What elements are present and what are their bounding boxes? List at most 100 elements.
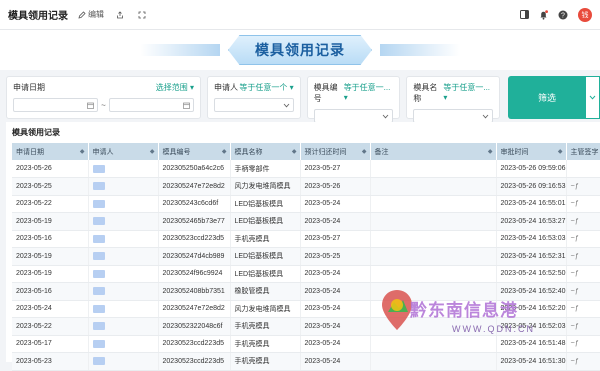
table-cell [88,352,159,371]
table-cell: 20230523​22048c6f [158,317,231,336]
table-cell: ~ƒ [566,195,600,213]
user-avatar[interactable]: 钱 [578,7,592,22]
edit-button[interactable]: 编辑 [78,9,104,20]
table-row[interactable]: 2023-05-25 2023052​47e72e8d2 风力发电堆简模具 2023-… [12,177,600,196]
table-cell: 202305243c6cd6f [158,195,231,213]
sort-icon[interactable]: ◆ [150,148,155,155]
table-row[interactable]: 2023-05-22 202305243c6cd6f LED铝基板模具 2023-05… [12,195,600,213]
column-header[interactable]: 申请日期 ◆ [12,143,89,160]
table-cell: 手柄零部件 [230,160,301,178]
table-cell: 手机壳模具 [230,317,301,336]
chevron-down-icon [383,114,389,118]
filter-mold-name-label: 模具名称 [413,83,438,103]
filter-applicant-label: 申请人 [214,83,238,92]
mold-no-select[interactable] [313,109,394,123]
redacted-applicant [92,182,105,191]
filter-bar: 申请日期 选择范围 ▾ ~ 申请人 等于任意一个 ▾ 模具编号 等于任意一...… [6,76,600,123]
sidebar-toggle-icon[interactable] [520,10,529,19]
top-toolbar: 模具领用记录 编辑 ? 钱 [0,0,600,30]
table-cell: 2023-05-23 [12,352,89,371]
bell-icon[interactable] [539,9,548,20]
table-cell [370,335,497,353]
table-cell [370,352,497,371]
table-cell: LED铝基板模具 [230,195,301,213]
table-cell: 2023052​47d4cb989 [158,247,231,266]
sort-icon[interactable]: ◆ [292,148,297,155]
table-row[interactable]: 2023-05-16 202305​2408bb7351 橡胶管模具 2023-05-… [12,282,600,301]
table-row[interactable]: 2023-05-23 202305​23ccd223d5 手机壳模具 2023-05-… [12,352,600,371]
date-range-selector[interactable]: 选择范围 ▾ [156,82,194,93]
sort-icon[interactable]: ◆ [362,148,367,155]
table-cell [370,265,497,283]
table-body: 2023-05-26 202305250a64c2c6 手柄零部件 2023-05-2… [12,160,600,371]
table-cell: 2023-05-17 [12,335,89,353]
column-header[interactable]: 主管签字 [566,143,600,160]
table-row[interactable]: 2023-05-17 202305​23ccd223d5 手机壳模具 2023-05-… [12,335,600,353]
redacted-applicant [92,269,105,278]
table-cell [370,317,497,336]
table-cell [370,195,497,213]
pencil-icon [78,10,86,19]
mold-no-operator-select[interactable]: 等于任意一... ▾ [344,82,394,104]
table-row[interactable]: 2023-05-22 20230523​22048c6f 手机壳模具 2023-05-… [12,317,600,336]
table-row[interactable]: 2023-05-26 202305250a64c2c6 手柄零部件 2023-05-2… [12,160,600,178]
end-date-input[interactable] [108,98,194,112]
redacted-applicant [92,164,105,173]
signature-image: ~ƒ [570,200,579,208]
redacted-applicant [92,199,105,208]
help-icon[interactable]: ? [558,10,568,20]
sort-icon[interactable]: ◆ [488,148,493,155]
table-title: 模具领用记录 [12,128,60,137]
mold-name-select[interactable] [413,109,494,123]
column-header-label: 主管签字 [570,148,599,156]
filter-button[interactable]: 筛选 [508,76,587,119]
table-cell: 2023-05-24 16:55:01 [496,195,567,213]
table-cell: 2023-05-19 [12,247,89,266]
sort-icon[interactable]: ◆ [80,148,85,155]
table-cell [88,212,159,231]
table-cell [370,160,497,178]
table-cell: 2023-05-24 16:51:30 [496,352,567,371]
table-cell [88,160,159,178]
table-cell: 手机壳模具 [230,352,301,371]
chevron-down-icon [482,114,489,118]
banner-decoration [140,44,220,56]
sort-icon[interactable]: ◆ [558,148,563,155]
records-table: 申请日期 ◆ 申请人 ◆ 模具编号 ◆ 模具名称 ◆ 预计归还时间 ◆ 备注 ◆ 审批时间 ◆ 主管签字 2… [12,143,600,371]
column-header[interactable]: 模具名称 ◆ [230,143,301,160]
column-header[interactable]: 申请人 ◆ [88,143,159,160]
column-header[interactable]: 备注 ◆ [370,143,497,160]
table-row[interactable]: 2023-05-24 2023052​47e72e8d2 风力发电堆简模具 2023-… [12,300,600,318]
column-header-label: 审批时间 [500,148,529,156]
share-button[interactable] [116,10,126,19]
fullscreen-button[interactable] [138,11,148,19]
filter-date: 申请日期 选择范围 ▾ ~ [6,76,201,119]
applicant-select[interactable] [214,98,294,112]
column-header[interactable]: 模具编号 ◆ [158,143,231,160]
table-row[interactable]: 2023-05-16 202305​23ccd223d5 手机壳模具 2023-05-… [12,230,600,248]
table-cell [88,335,159,353]
table-row[interactable]: 2023-05-19 202305​24f96c9924 LED铝基板模具 2023-… [12,265,600,283]
filter-applicant: 申请人 等于任意一个 ▾ [207,76,301,119]
redacted-applicant [92,234,105,243]
column-header[interactable]: 审批时间 ◆ [496,143,567,160]
filter-more-button[interactable] [586,76,600,119]
table-cell: 2023-05-22 [12,317,89,336]
table-cell: 2023-05-24 16:52:20 [496,300,567,318]
date-separator: ~ [101,100,106,110]
table-row[interactable]: 2023-05-19 2023052​47d4cb989 LED铝基板模具 2023-… [12,247,600,266]
filter-date-label: 申请日期 [13,83,45,92]
mold-name-operator-select[interactable]: 等于任意一... ▾ [443,82,493,104]
applicant-operator-select[interactable]: 等于任意一个 ▾ [239,82,293,93]
chevron-down-icon [283,103,290,107]
sort-icon[interactable]: ◆ [222,148,227,155]
signature-image: ~ƒ [570,340,579,348]
redacted-applicant [92,287,105,296]
table-cell [88,265,159,283]
column-header[interactable]: 预计归还时间 ◆ [300,143,371,160]
table-cell: 2023-05-24 16:52:31 [496,247,567,266]
table-row[interactable]: 2023-05-19 2023052465b73e77 LED铝基板模具 2023-0… [12,212,600,231]
table-cell: ~ƒ [566,230,600,248]
start-date-input[interactable] [13,98,99,112]
signature-image: ~ƒ [570,287,579,295]
